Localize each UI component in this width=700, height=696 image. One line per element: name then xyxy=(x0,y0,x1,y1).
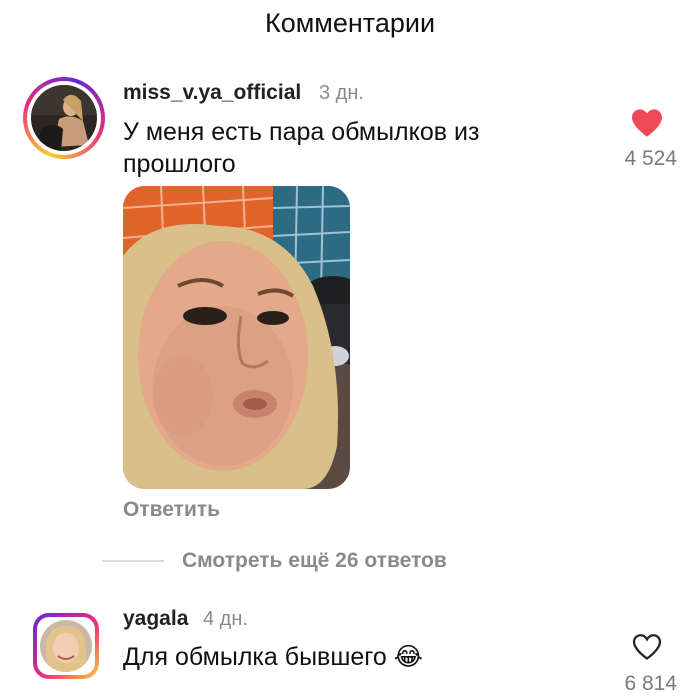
more-replies-button[interactable]: Смотреть ещё 26 ответов xyxy=(182,549,447,573)
avatar[interactable] xyxy=(33,613,99,679)
avatar[interactable] xyxy=(23,77,105,159)
comment-text-body: Для обмылка бывшего xyxy=(123,643,387,671)
heart-filled-icon xyxy=(632,109,662,137)
laughing-emoji: 😂 xyxy=(393,642,423,671)
avatar-photo xyxy=(31,85,97,151)
comment-timestamp: 3 дн. xyxy=(319,82,364,104)
reply-button[interactable]: Ответить xyxy=(123,498,220,522)
comments-header: Комментарии xyxy=(0,0,700,50)
comment-timestamp: 4 дн. xyxy=(203,608,248,630)
replies-divider xyxy=(102,560,164,562)
page-title: Комментарии xyxy=(264,8,436,38)
comment-username[interactable]: miss_v.ya_official xyxy=(123,81,301,105)
like-count: 6 814 xyxy=(624,672,677,695)
like-button[interactable] xyxy=(631,633,663,661)
avatar-photo xyxy=(40,620,92,672)
comment-text: Для обмылка бывшего 😂 xyxy=(123,641,423,673)
comment-media-image[interactable] xyxy=(123,186,350,489)
comment-text-line-1: У меня есть пара обмылков из xyxy=(123,118,480,146)
comment-text-line-2: прошлого xyxy=(123,150,236,178)
heart-outline-icon xyxy=(632,634,662,660)
like-count: 4 524 xyxy=(624,147,677,170)
comment-username[interactable]: yagala xyxy=(123,607,188,631)
like-button[interactable] xyxy=(630,108,664,138)
